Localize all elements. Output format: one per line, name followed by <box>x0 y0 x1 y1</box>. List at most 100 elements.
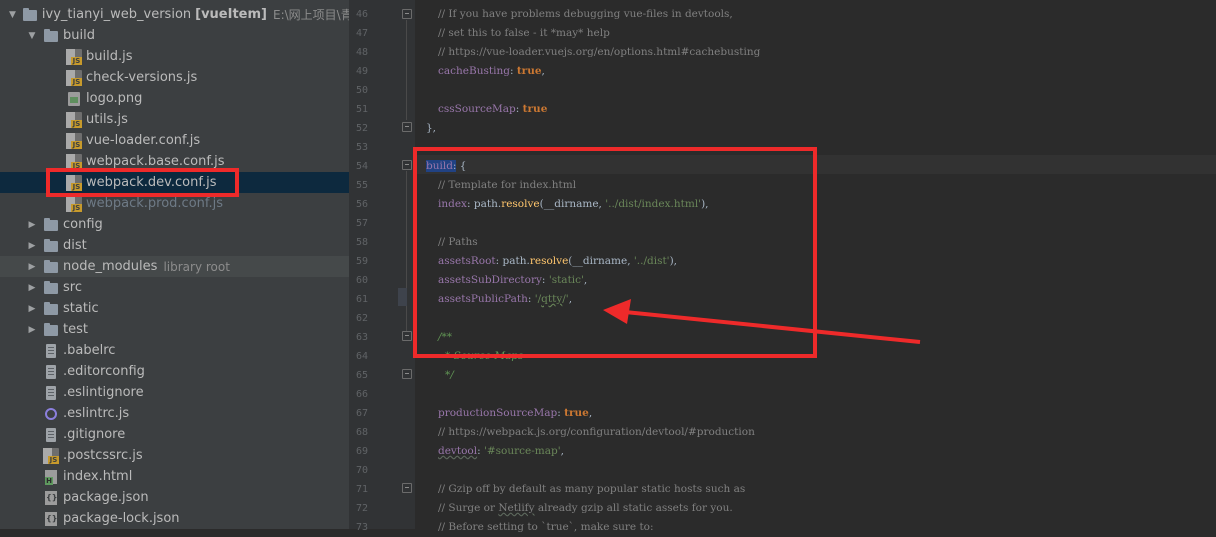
code-line-46: // If you have problems debugging vue-fi… <box>438 8 733 20</box>
code-line-68: // https://webpack.js.org/configuration/… <box>438 426 755 438</box>
tree-item-eslintrc-js[interactable]: .eslintrc.js <box>0 403 349 424</box>
tree-item-index-html[interactable]: index.html <box>0 466 349 487</box>
line-number: 64 <box>355 351 368 362</box>
tree-item-label: vue-loader.conf.js <box>86 133 201 148</box>
line-number: 57 <box>355 218 368 229</box>
tree-item-build-js[interactable]: build.js <box>0 46 349 67</box>
config-file-icon <box>43 385 59 401</box>
chevron-right-icon[interactable]: ▶ <box>27 220 37 230</box>
tree-item-postcssrc-js[interactable]: .postcssrc.js <box>0 445 349 466</box>
project-root[interactable]: ▼ ivy_tianyi_web_version [vueItem] E:\网上… <box>0 4 349 25</box>
code-line-73: // Before setting to `true`, make sure t… <box>438 521 654 533</box>
chevron-down-icon[interactable]: ▼ <box>27 31 37 41</box>
tree-item-check-versions-js[interactable]: check-versions.js <box>0 67 349 88</box>
line-number: 62 <box>355 313 368 324</box>
chevron-down-icon[interactable]: ▼ <box>9 10 16 20</box>
tree-item-build[interactable]: ▼ build <box>0 25 349 46</box>
tree-item-label: build <box>63 28 95 43</box>
line-number: 59 <box>355 256 368 267</box>
chevron-right-icon[interactable]: ▶ <box>27 262 37 272</box>
js-file-icon <box>66 48 82 65</box>
line-number: 50 <box>355 85 368 96</box>
line-number: 49 <box>355 66 368 77</box>
fold-marker-icon[interactable] <box>402 483 412 493</box>
line-number: 67 <box>355 408 368 419</box>
line-number: 56 <box>355 199 368 210</box>
folder-icon <box>43 28 59 44</box>
chevron-right-icon[interactable]: ▶ <box>27 241 37 251</box>
js-file-icon <box>66 195 82 212</box>
tree-item-label: index.html <box>63 469 133 484</box>
project-root-name: ivy_tianyi_web_version <box>41 7 192 22</box>
tree-item-vue-loader-conf-js[interactable]: vue-loader.conf.js <box>0 130 349 151</box>
line-number: 48 <box>355 47 368 58</box>
tree-item-node-modules[interactable]: ▶ node_modules library root <box>0 256 349 277</box>
tree-item-babelrc[interactable]: .babelrc <box>0 340 349 361</box>
line-number: 70 <box>355 465 368 476</box>
tree-item-hint: library root <box>163 259 230 274</box>
tree-item-label: .postcssrc.js <box>63 448 143 463</box>
tree-item-label: .editorconfig <box>63 364 145 379</box>
js-file-icon <box>66 111 82 128</box>
caret-line-marker <box>398 288 407 306</box>
fold-marker-icon[interactable] <box>402 122 412 132</box>
folder-icon <box>43 238 59 254</box>
tree-item-label: static <box>63 301 99 316</box>
tree-item-label: src <box>63 280 82 295</box>
code-line-69: devtool: '#source-map', <box>438 445 564 457</box>
tree-item-logo-png[interactable]: logo.png <box>0 88 349 109</box>
code-line-51: cssSourceMap: true <box>438 103 548 115</box>
fold-marker-icon[interactable] <box>402 160 412 170</box>
tree-item-label: node_modules <box>63 259 158 274</box>
code-line-72: // Surge or Netlify already gzip all sta… <box>438 502 733 514</box>
line-number: 55 <box>355 180 368 191</box>
annotation-arrow <box>603 299 921 344</box>
folder-icon <box>43 217 59 233</box>
tree-item-label: webpack.prod.conf.js <box>86 196 224 211</box>
line-number: 58 <box>355 237 368 248</box>
line-number: 60 <box>355 275 368 286</box>
tree-item-label: .eslintrc.js <box>63 406 130 421</box>
tree-item-label: package.json <box>63 490 149 505</box>
chevron-right-icon[interactable]: ▶ <box>27 283 37 293</box>
folder-icon <box>43 322 59 338</box>
code-line-48: // https://vue-loader.vuejs.org/en/optio… <box>438 46 761 58</box>
chevron-right-icon[interactable]: ▶ <box>27 304 37 314</box>
eslint-file-icon <box>43 406 59 422</box>
js-file-icon <box>66 132 82 149</box>
config-file-icon <box>43 427 59 443</box>
tree-item-eslintignore[interactable]: .eslintignore <box>0 382 349 403</box>
tree-item-static[interactable]: ▶ static <box>0 298 349 319</box>
folder-icon <box>43 280 59 296</box>
tree-item-label: build.js <box>86 49 133 64</box>
tree-item-dist[interactable]: ▶ dist <box>0 235 349 256</box>
fold-marker-icon[interactable] <box>402 369 412 379</box>
line-number: 65 <box>355 370 368 381</box>
code-line-49: cacheBusting: true, <box>438 65 545 77</box>
tree-item-config[interactable]: ▶ config <box>0 214 349 235</box>
chevron-right-icon[interactable]: ▶ <box>27 325 37 335</box>
tree-item-src[interactable]: ▶ src <box>0 277 349 298</box>
code-line-65: */ <box>445 369 454 381</box>
config-file-icon <box>43 343 59 359</box>
line-number: 61 <box>355 294 368 305</box>
code-line-52: }, <box>426 122 437 134</box>
tree-item-gitignore[interactable]: .gitignore <box>0 424 349 445</box>
line-number: 68 <box>355 427 368 438</box>
tree-item-label: webpack.base.conf.js <box>86 154 225 169</box>
folder-icon <box>22 7 38 23</box>
code-line-71: // Gzip off by default as many popular s… <box>438 483 746 495</box>
line-number: 71 <box>355 484 368 495</box>
line-number: 73 <box>355 522 368 533</box>
tree-item-utils-js[interactable]: utils.js <box>0 109 349 130</box>
line-number: 52 <box>355 123 368 134</box>
tree-item-package-lock-json[interactable]: package-lock.json <box>0 508 349 529</box>
tree-item-label: dist <box>63 238 87 253</box>
tree-item-test[interactable]: ▶ test <box>0 319 349 340</box>
tree-item-editorconfig[interactable]: .editorconfig <box>0 361 349 382</box>
fold-marker-icon[interactable] <box>402 331 412 341</box>
code-line-47: // set this to false - it *may* help <box>438 27 610 39</box>
fold-marker-icon[interactable] <box>402 9 412 19</box>
project-root-path: E:\网上项目\青藤养 <box>272 8 349 22</box>
tree-item-package-json[interactable]: package.json <box>0 487 349 508</box>
